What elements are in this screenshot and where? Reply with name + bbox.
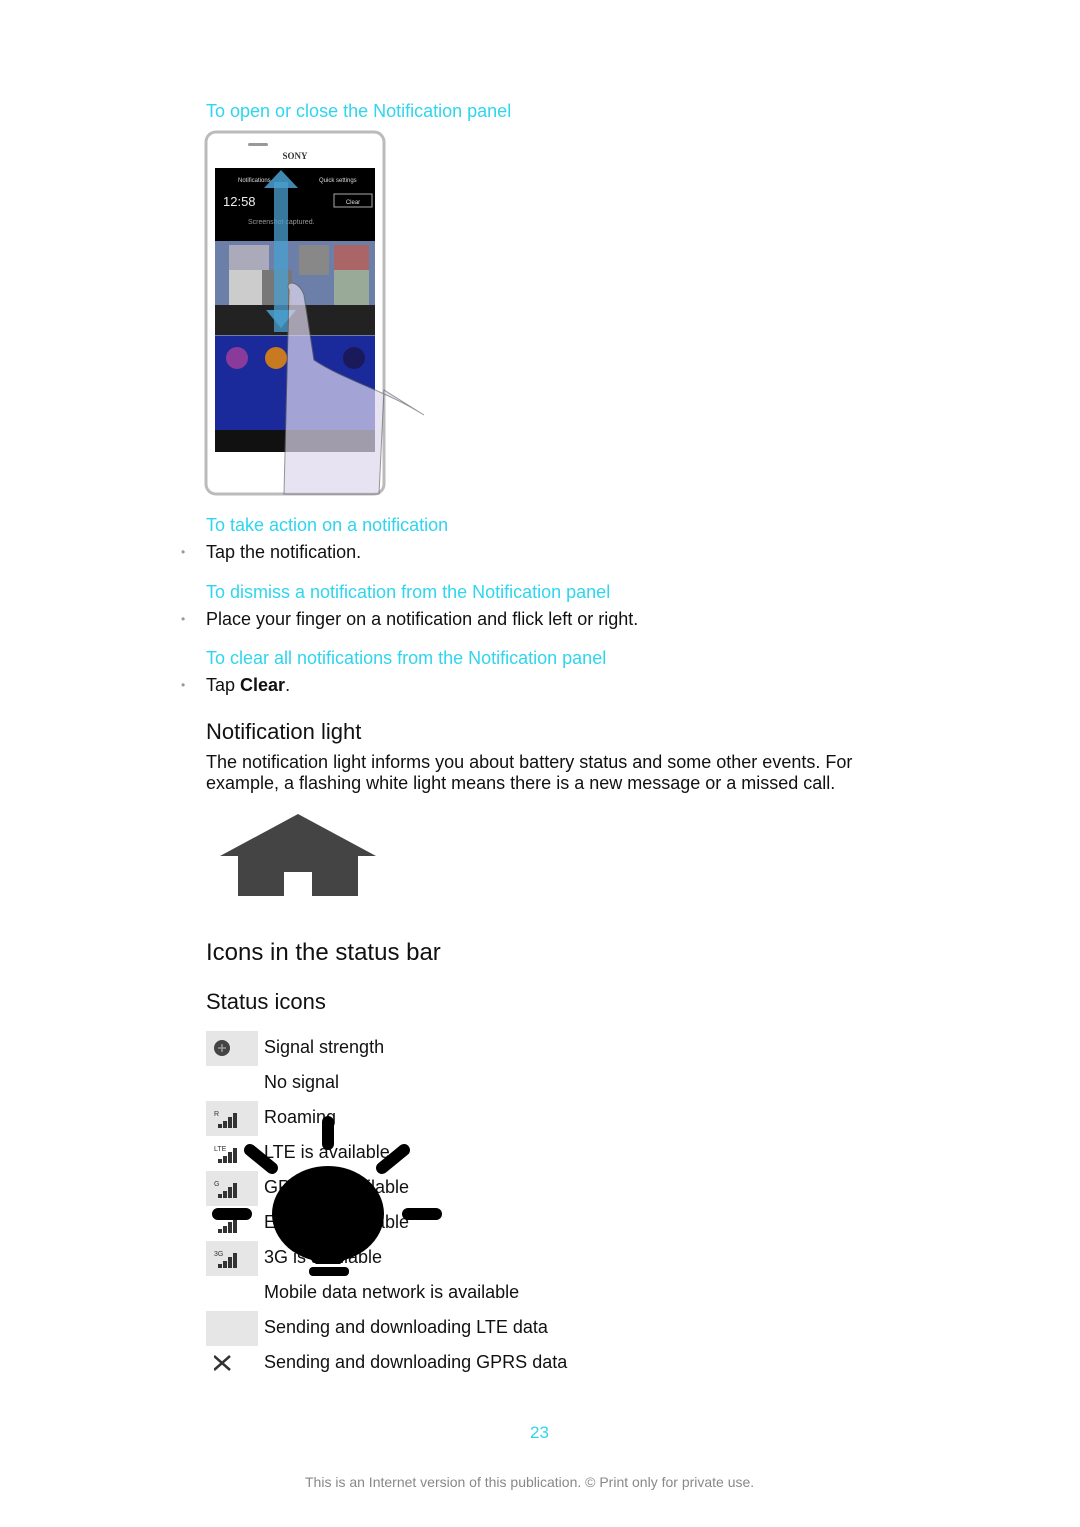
status-icon-row: Sending and downloading LTE data (206, 1311, 806, 1346)
status-icon-row: Signal strength (206, 1031, 806, 1066)
status-icon-label: Signal strength (264, 1037, 385, 1057)
heading-take-action: To take action on a notification (206, 515, 449, 535)
step-text: . (285, 675, 291, 695)
status-icon-row: Sending and downloading GPRS data (206, 1346, 806, 1381)
status-icon-box (206, 1311, 258, 1346)
bullet: • (181, 545, 186, 559)
step-take-action: Tap the notification. (206, 542, 362, 562)
clear-term: Clear (240, 675, 286, 695)
status-icon-row: No signal (206, 1066, 806, 1101)
heading-dismiss: To dismiss a notification from the Notif… (206, 582, 611, 602)
home-icon (220, 814, 376, 896)
plus-circle-icon (214, 1040, 230, 1056)
status-icons-title: Status icons (206, 989, 326, 1014)
step-text: Tap (206, 675, 241, 695)
icons-status-bar-title: Icons in the status bar (206, 939, 441, 966)
status-icon-box (206, 1346, 258, 1381)
footer-notice: This is an Internet version of this publ… (305, 1474, 755, 1490)
heading-clear-all: To clear all notifications from the Noti… (206, 648, 607, 668)
status-icon-box (206, 1031, 258, 1066)
status-icon-label: Sending and downloading GPRS data (264, 1352, 568, 1372)
svg-text:SONY: SONY (282, 151, 308, 161)
notification-light-title: Notification light (206, 719, 362, 744)
notification-light-bulb-icon (212, 1116, 442, 1276)
status-icon-label: Mobile data network is available (264, 1282, 520, 1302)
svg-text:12:58: 12:58 (223, 194, 256, 209)
svg-text:Notifications: Notifications (238, 178, 271, 184)
notification-light-text-2: example, a flashing white light means th… (206, 773, 836, 793)
bullet: • (181, 678, 186, 692)
svg-text:Clear: Clear (346, 200, 360, 206)
status-icon-box (206, 1066, 258, 1101)
status-icon-label: Sending and downloading LTE data (264, 1317, 548, 1337)
step-dismiss: Place your finger on a notification and … (206, 609, 639, 629)
notification-light-text-1: The notification light informs you about… (206, 752, 853, 772)
page-number: 23 (530, 1423, 549, 1442)
phone-illustration: SONY Notifications Quick settings 12:58 … (204, 130, 425, 496)
heading-open-close-panel: To open or close the Notification panel (206, 101, 512, 121)
close-x-icon (214, 1355, 231, 1371)
step-clear: Tap Clear. (206, 675, 290, 696)
status-icon-label: No signal (264, 1072, 340, 1092)
svg-text:Quick settings: Quick settings (319, 178, 357, 184)
bullet: • (181, 612, 186, 626)
